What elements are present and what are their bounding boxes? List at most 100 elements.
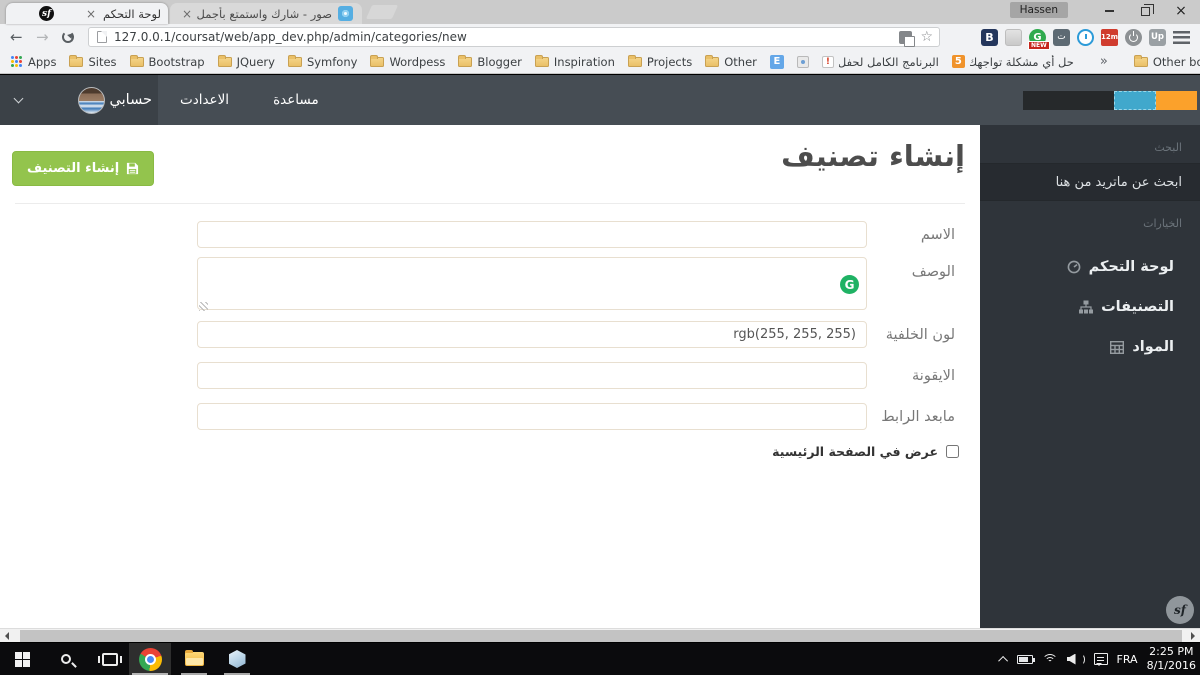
bookmark-program[interactable]: !البرنامج الكامل لحفل اف [822,55,939,69]
taskbar-explorer-button[interactable] [174,643,214,675]
navbar-item-settings[interactable]: الاعدادت [158,75,251,125]
file-explorer-icon [185,652,204,666]
grammarly-icon[interactable]: G [840,275,859,294]
bookmark-folder-blogger[interactable]: Blogger [458,55,522,69]
url-text[interactable]: 127.0.0.1/coursat/web/app_dev.php/admin/… [114,30,899,44]
category-form: الاسم الوصف G لون الخلفية الايقونة [0,204,980,459]
resize-grip-icon[interactable] [199,302,208,311]
browser-profile-button[interactable]: Hassen [1010,2,1068,18]
power-extension-icon[interactable] [1125,29,1142,46]
sidebar-item-materials[interactable]: المواد [980,327,1200,367]
tab-dashboard[interactable]: sf × لوحة التحكم [6,3,168,24]
bookmark-e[interactable]: E [770,55,784,69]
tab-close-icon[interactable]: × [182,7,192,21]
horizontal-scrollbar[interactable] [0,628,1200,642]
restore-button[interactable] [1128,0,1162,22]
folder-icon [535,57,549,67]
name-input[interactable] [197,221,867,248]
bookmark-folder-jquery[interactable]: JQuery [218,55,275,69]
bookmark-icon-only[interactable] [797,56,809,68]
taskbar-chrome-button[interactable] [129,643,171,675]
app-navbar: حسابي الاعدادت مساعدة [0,75,1200,125]
wifi-icon[interactable] [1042,654,1058,665]
folder-icon [130,57,144,67]
navbar-item-help[interactable]: مساعدة [251,75,341,125]
search-icon [61,654,71,664]
avatar [78,87,105,114]
sidebar-search-header: البحث [980,125,1200,163]
show-on-homepage-checkbox[interactable] [946,445,959,458]
reload-icon[interactable] [62,31,74,43]
slug-label: مابعد الرابط [867,409,955,425]
cube-extension-icon[interactable] [1005,29,1022,46]
sidebar-item-dashboard[interactable]: لوحة التحكم [980,247,1200,287]
bookmark-folder-bootstrap[interactable]: Bootstrap [130,55,205,69]
sidebar: البحث الخيارات لوحة التحكم التصنيفات [980,125,1200,628]
taskbar-cube-app-button[interactable] [217,643,257,675]
back-icon[interactable]: ← [10,27,23,47]
bookmark-folder-inspiration[interactable]: Inspiration [535,55,615,69]
scrollbar-thumb[interactable] [20,630,1182,642]
bookmark-label: Other bookmarks [1153,55,1200,69]
bookmark-folder-projects[interactable]: Projects [628,55,692,69]
chevron-down-icon [14,94,24,104]
name-label: الاسم [867,227,955,243]
new-tab-button[interactable] [366,5,398,19]
description-textarea[interactable] [197,257,867,310]
show-on-homepage-label: عرض في الصفحة الرئيسية [772,444,938,459]
start-button[interactable] [2,643,42,675]
sidebar-item-categories[interactable]: التصنيفات [980,287,1200,327]
task-view-button[interactable] [90,643,130,675]
scroll-left-icon[interactable] [5,632,9,640]
tab-photos[interactable]: × صور - شارك واستمتع بأجمل [170,3,362,24]
minimize-button[interactable] [1092,0,1126,22]
bookmark-folder-other[interactable]: Other [705,55,757,69]
scroll-right-icon[interactable] [1191,632,1195,640]
create-category-button[interactable]: إنشاء التصنيف [12,151,154,186]
navbar-progress-bar [1023,91,1197,110]
bookmarks-overflow-chevron[interactable]: » [1100,54,1108,69]
tray-chevron-up-icon[interactable] [998,655,1008,665]
forward-icon[interactable]: → [36,27,49,47]
icon-input[interactable] [197,362,867,389]
time-text: 2:25 PM [1147,645,1196,659]
translate-extension-icon[interactable]: ت [1053,29,1070,46]
address-bar[interactable]: 127.0.0.1/coursat/web/app_dev.php/admin/… [88,27,940,47]
background-color-input[interactable] [197,321,867,348]
chrome-menu-icon[interactable] [1173,31,1190,44]
speaker-icon[interactable] [1067,654,1076,665]
timer-extension-icon[interactable] [1077,29,1094,46]
upwork-extension-icon[interactable]: Up [1149,29,1166,46]
translate-icon[interactable] [899,31,912,44]
bookmark-help[interactable]: 5حل أي مشكلة تواجهك ا [952,55,1074,69]
bookmark-folder-sites[interactable]: Sites [69,55,116,69]
bookmark-label: Blogger [477,55,522,69]
task-view-icon [102,653,118,666]
language-indicator[interactable]: FRA [1117,653,1138,666]
bookmark-star-icon[interactable]: ☆ [920,30,933,44]
tab-close-icon[interactable]: × [86,7,96,21]
page-title: إنشاء تصنيف [781,139,965,173]
countdown-extension-icon[interactable]: 12m [1101,29,1118,46]
save-icon [126,162,139,175]
main-content: إنشاء تصنيف إنشاء التصنيف الاسم [0,125,980,628]
action-center-icon[interactable] [1094,653,1108,665]
other-bookmarks[interactable]: Other bookmarks [1134,55,1200,69]
date-text: 8/1/2016 [1147,659,1196,673]
bitly-extension-icon[interactable]: B [981,29,998,46]
slug-input[interactable] [197,403,867,430]
field-row-name: الاسم [0,221,980,248]
bookmark-apps[interactable]: Apps [10,55,56,69]
taskbar-search-button[interactable] [46,643,86,675]
bookmark-folder-symfony[interactable]: Symfony [288,55,358,69]
battery-icon[interactable] [1017,655,1033,664]
clock[interactable]: 2:25 PM 8/1/2016 [1147,645,1196,674]
bookmark-folder-wordpess[interactable]: Wordpess [370,55,445,69]
account-menu[interactable]: حسابي [0,75,158,125]
browser-toolbar: ← → 127.0.0.1/coursat/web/app_dev.php/ad… [0,24,1200,50]
sidebar-menu: لوحة التحكم التصنيفات [980,247,1200,367]
grammarly-extension-icon[interactable]: GNEW [1029,29,1046,46]
bookmark-label: البرنامج الكامل لحفل اف [839,55,939,69]
close-button[interactable]: × [1164,0,1198,22]
search-input[interactable] [980,175,1200,190]
